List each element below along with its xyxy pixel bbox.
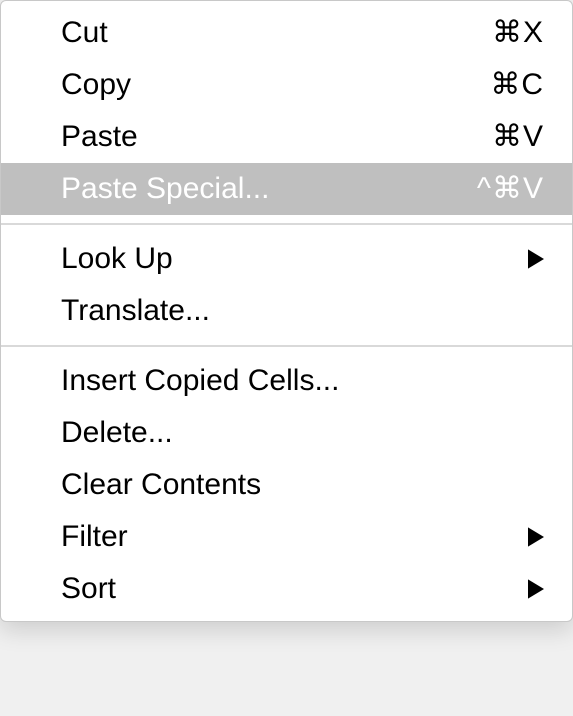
menu-item-shortcut: ^⌘V bbox=[477, 167, 544, 211]
menu-item-translate[interactable]: Translate... bbox=[1, 285, 572, 337]
submenu-arrow-icon bbox=[528, 579, 544, 599]
menu-item-label: Paste bbox=[61, 115, 472, 159]
menu-item-clear-contents[interactable]: Clear Contents bbox=[1, 459, 572, 511]
submenu-arrow-icon bbox=[528, 249, 544, 269]
submenu-arrow-icon bbox=[528, 527, 544, 547]
menu-item-paste-special[interactable]: Paste Special... ^⌘V bbox=[1, 163, 572, 215]
menu-item-label: Look Up bbox=[61, 237, 508, 281]
menu-item-shortcut: ⌘V bbox=[492, 115, 544, 159]
menu-separator bbox=[1, 223, 572, 225]
menu-item-shortcut: ⌘X bbox=[492, 11, 544, 55]
menu-item-label: Copy bbox=[61, 63, 470, 107]
menu-item-label: Clear Contents bbox=[61, 463, 544, 507]
menu-item-label: Cut bbox=[61, 11, 472, 55]
menu-item-filter[interactable]: Filter bbox=[1, 511, 572, 563]
menu-separator bbox=[1, 345, 572, 347]
menu-item-label: Insert Copied Cells... bbox=[61, 359, 544, 403]
menu-item-shortcut: ⌘C bbox=[490, 63, 544, 107]
menu-item-label: Paste Special... bbox=[61, 167, 457, 211]
menu-item-cut[interactable]: Cut ⌘X bbox=[1, 7, 572, 59]
menu-item-paste[interactable]: Paste ⌘V bbox=[1, 111, 572, 163]
menu-item-label: Translate... bbox=[61, 289, 544, 333]
menu-item-delete[interactable]: Delete... bbox=[1, 407, 572, 459]
menu-item-label: Sort bbox=[61, 567, 508, 611]
menu-item-copy[interactable]: Copy ⌘C bbox=[1, 59, 572, 111]
menu-item-label: Delete... bbox=[61, 411, 544, 455]
context-menu: Cut ⌘X Copy ⌘C Paste ⌘V Paste Special...… bbox=[0, 0, 573, 622]
menu-item-label: Filter bbox=[61, 515, 508, 559]
menu-item-sort[interactable]: Sort bbox=[1, 563, 572, 615]
menu-item-insert-copied-cells[interactable]: Insert Copied Cells... bbox=[1, 355, 572, 407]
menu-item-look-up[interactable]: Look Up bbox=[1, 233, 572, 285]
